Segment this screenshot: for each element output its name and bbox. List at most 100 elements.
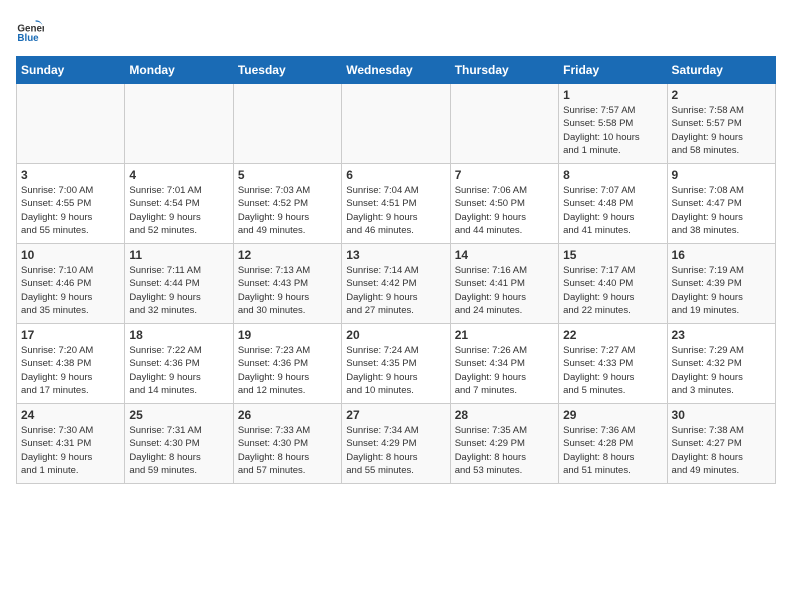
calendar-cell xyxy=(233,84,341,164)
day-info: Sunrise: 7:38 AM Sunset: 4:27 PM Dayligh… xyxy=(672,424,771,477)
day-info: Sunrise: 7:03 AM Sunset: 4:52 PM Dayligh… xyxy=(238,184,337,237)
calendar-cell: 15 Sunrise: 7:17 AM Sunset: 4:40 PM Dayli… xyxy=(559,244,667,324)
day-info: Sunrise: 7:33 AM Sunset: 4:30 PM Dayligh… xyxy=(238,424,337,477)
calendar-cell: 24 Sunrise: 7:30 AM Sunset: 4:31 PM Dayli… xyxy=(17,404,125,484)
day-info: Sunrise: 7:13 AM Sunset: 4:43 PM Dayligh… xyxy=(238,264,337,317)
day-info: Sunrise: 7:04 AM Sunset: 4:51 PM Dayligh… xyxy=(346,184,445,237)
calendar-week-row: 17 Sunrise: 7:20 AM Sunset: 4:38 PM Dayli… xyxy=(17,324,776,404)
calendar-cell: 6 Sunrise: 7:04 AM Sunset: 4:51 PM Daylig… xyxy=(342,164,450,244)
calendar-cell xyxy=(125,84,233,164)
day-number: 19 xyxy=(238,328,337,342)
day-info: Sunrise: 7:58 AM Sunset: 5:57 PM Dayligh… xyxy=(672,104,771,157)
calendar-cell: 30 Sunrise: 7:38 AM Sunset: 4:27 PM Dayli… xyxy=(667,404,775,484)
calendar-week-row: 24 Sunrise: 7:30 AM Sunset: 4:31 PM Dayli… xyxy=(17,404,776,484)
day-number: 22 xyxy=(563,328,662,342)
calendar-cell: 25 Sunrise: 7:31 AM Sunset: 4:30 PM Dayli… xyxy=(125,404,233,484)
day-number: 23 xyxy=(672,328,771,342)
day-info: Sunrise: 7:14 AM Sunset: 4:42 PM Dayligh… xyxy=(346,264,445,317)
day-of-week-header: Friday xyxy=(559,57,667,84)
logo: General Blue xyxy=(16,16,48,44)
calendar-cell: 14 Sunrise: 7:16 AM Sunset: 4:41 PM Dayli… xyxy=(450,244,558,324)
page-header: General Blue xyxy=(16,16,776,44)
calendar-cell: 18 Sunrise: 7:22 AM Sunset: 4:36 PM Dayli… xyxy=(125,324,233,404)
day-info: Sunrise: 7:34 AM Sunset: 4:29 PM Dayligh… xyxy=(346,424,445,477)
day-info: Sunrise: 7:06 AM Sunset: 4:50 PM Dayligh… xyxy=(455,184,554,237)
calendar-cell: 11 Sunrise: 7:11 AM Sunset: 4:44 PM Dayli… xyxy=(125,244,233,324)
day-number: 30 xyxy=(672,408,771,422)
day-info: Sunrise: 7:57 AM Sunset: 5:58 PM Dayligh… xyxy=(563,104,662,157)
day-of-week-header: Thursday xyxy=(450,57,558,84)
day-info: Sunrise: 7:30 AM Sunset: 4:31 PM Dayligh… xyxy=(21,424,120,477)
day-info: Sunrise: 7:19 AM Sunset: 4:39 PM Dayligh… xyxy=(672,264,771,317)
day-of-week-header: Tuesday xyxy=(233,57,341,84)
day-number: 17 xyxy=(21,328,120,342)
day-number: 28 xyxy=(455,408,554,422)
day-info: Sunrise: 7:35 AM Sunset: 4:29 PM Dayligh… xyxy=(455,424,554,477)
day-info: Sunrise: 7:36 AM Sunset: 4:28 PM Dayligh… xyxy=(563,424,662,477)
day-of-week-header: Wednesday xyxy=(342,57,450,84)
day-info: Sunrise: 7:31 AM Sunset: 4:30 PM Dayligh… xyxy=(129,424,228,477)
calendar-cell: 22 Sunrise: 7:27 AM Sunset: 4:33 PM Dayli… xyxy=(559,324,667,404)
calendar-cell xyxy=(342,84,450,164)
day-info: Sunrise: 7:16 AM Sunset: 4:41 PM Dayligh… xyxy=(455,264,554,317)
calendar-cell xyxy=(17,84,125,164)
day-info: Sunrise: 7:11 AM Sunset: 4:44 PM Dayligh… xyxy=(129,264,228,317)
day-number: 6 xyxy=(346,168,445,182)
calendar-cell: 20 Sunrise: 7:24 AM Sunset: 4:35 PM Dayli… xyxy=(342,324,450,404)
calendar-cell: 16 Sunrise: 7:19 AM Sunset: 4:39 PM Dayli… xyxy=(667,244,775,324)
calendar-cell: 5 Sunrise: 7:03 AM Sunset: 4:52 PM Daylig… xyxy=(233,164,341,244)
calendar-cell: 29Sunrise: 7:36 AM Sunset: 4:28 PM Dayli… xyxy=(559,404,667,484)
day-info: Sunrise: 7:00 AM Sunset: 4:55 PM Dayligh… xyxy=(21,184,120,237)
day-info: Sunrise: 7:17 AM Sunset: 4:40 PM Dayligh… xyxy=(563,264,662,317)
calendar-body: 1 Sunrise: 7:57 AM Sunset: 5:58 PM Daylig… xyxy=(17,84,776,484)
calendar-cell xyxy=(450,84,558,164)
calendar-cell: 23 Sunrise: 7:29 AM Sunset: 4:32 PM Dayli… xyxy=(667,324,775,404)
day-info: Sunrise: 7:29 AM Sunset: 4:32 PM Dayligh… xyxy=(672,344,771,397)
calendar-cell: 8 Sunrise: 7:07 AM Sunset: 4:48 PM Daylig… xyxy=(559,164,667,244)
day-number: 13 xyxy=(346,248,445,262)
day-number: 20 xyxy=(346,328,445,342)
calendar-cell: 9Sunrise: 7:08 AM Sunset: 4:47 PM Daylig… xyxy=(667,164,775,244)
calendar-week-row: 3Sunrise: 7:00 AM Sunset: 4:55 PM Daylig… xyxy=(17,164,776,244)
calendar-cell: 13 Sunrise: 7:14 AM Sunset: 4:42 PM Dayli… xyxy=(342,244,450,324)
calendar-cell: 19 Sunrise: 7:23 AM Sunset: 4:36 PM Dayli… xyxy=(233,324,341,404)
calendar-cell: 21 Sunrise: 7:26 AM Sunset: 4:34 PM Dayli… xyxy=(450,324,558,404)
calendar-cell: 4Sunrise: 7:01 AM Sunset: 4:54 PM Daylig… xyxy=(125,164,233,244)
day-number: 21 xyxy=(455,328,554,342)
calendar-cell: 17 Sunrise: 7:20 AM Sunset: 4:38 PM Dayli… xyxy=(17,324,125,404)
calendar-week-row: 10Sunrise: 7:10 AM Sunset: 4:46 PM Dayli… xyxy=(17,244,776,324)
calendar-table: SundayMondayTuesdayWednesdayThursdayFrid… xyxy=(16,56,776,484)
day-number: 7 xyxy=(455,168,554,182)
day-number: 8 xyxy=(563,168,662,182)
day-info: Sunrise: 7:20 AM Sunset: 4:38 PM Dayligh… xyxy=(21,344,120,397)
day-info: Sunrise: 7:27 AM Sunset: 4:33 PM Dayligh… xyxy=(563,344,662,397)
day-number: 12 xyxy=(238,248,337,262)
calendar-cell: 3Sunrise: 7:00 AM Sunset: 4:55 PM Daylig… xyxy=(17,164,125,244)
day-number: 15 xyxy=(563,248,662,262)
day-number: 1 xyxy=(563,88,662,102)
calendar-cell: 10Sunrise: 7:10 AM Sunset: 4:46 PM Dayli… xyxy=(17,244,125,324)
day-number: 27 xyxy=(346,408,445,422)
calendar-cell: 28 Sunrise: 7:35 AM Sunset: 4:29 PM Dayli… xyxy=(450,404,558,484)
svg-text:Blue: Blue xyxy=(17,33,39,44)
day-number: 11 xyxy=(129,248,228,262)
day-number: 24 xyxy=(21,408,120,422)
day-of-week-header: Saturday xyxy=(667,57,775,84)
day-number: 25 xyxy=(129,408,228,422)
calendar-cell: 7 Sunrise: 7:06 AM Sunset: 4:50 PM Daylig… xyxy=(450,164,558,244)
calendar-cell: 2 Sunrise: 7:58 AM Sunset: 5:57 PM Daylig… xyxy=(667,84,775,164)
day-number: 4 xyxy=(129,168,228,182)
calendar-cell: 27 Sunrise: 7:34 AM Sunset: 4:29 PM Dayli… xyxy=(342,404,450,484)
day-info: Sunrise: 7:24 AM Sunset: 4:35 PM Dayligh… xyxy=(346,344,445,397)
day-number: 5 xyxy=(238,168,337,182)
day-info: Sunrise: 7:22 AM Sunset: 4:36 PM Dayligh… xyxy=(129,344,228,397)
day-info: Sunrise: 7:26 AM Sunset: 4:34 PM Dayligh… xyxy=(455,344,554,397)
day-number: 18 xyxy=(129,328,228,342)
logo-icon: General Blue xyxy=(16,16,44,44)
calendar-cell: 12 Sunrise: 7:13 AM Sunset: 4:43 PM Dayli… xyxy=(233,244,341,324)
day-number: 2 xyxy=(672,88,771,102)
day-number: 16 xyxy=(672,248,771,262)
day-info: Sunrise: 7:23 AM Sunset: 4:36 PM Dayligh… xyxy=(238,344,337,397)
day-info: Sunrise: 7:07 AM Sunset: 4:48 PM Dayligh… xyxy=(563,184,662,237)
day-number: 14 xyxy=(455,248,554,262)
